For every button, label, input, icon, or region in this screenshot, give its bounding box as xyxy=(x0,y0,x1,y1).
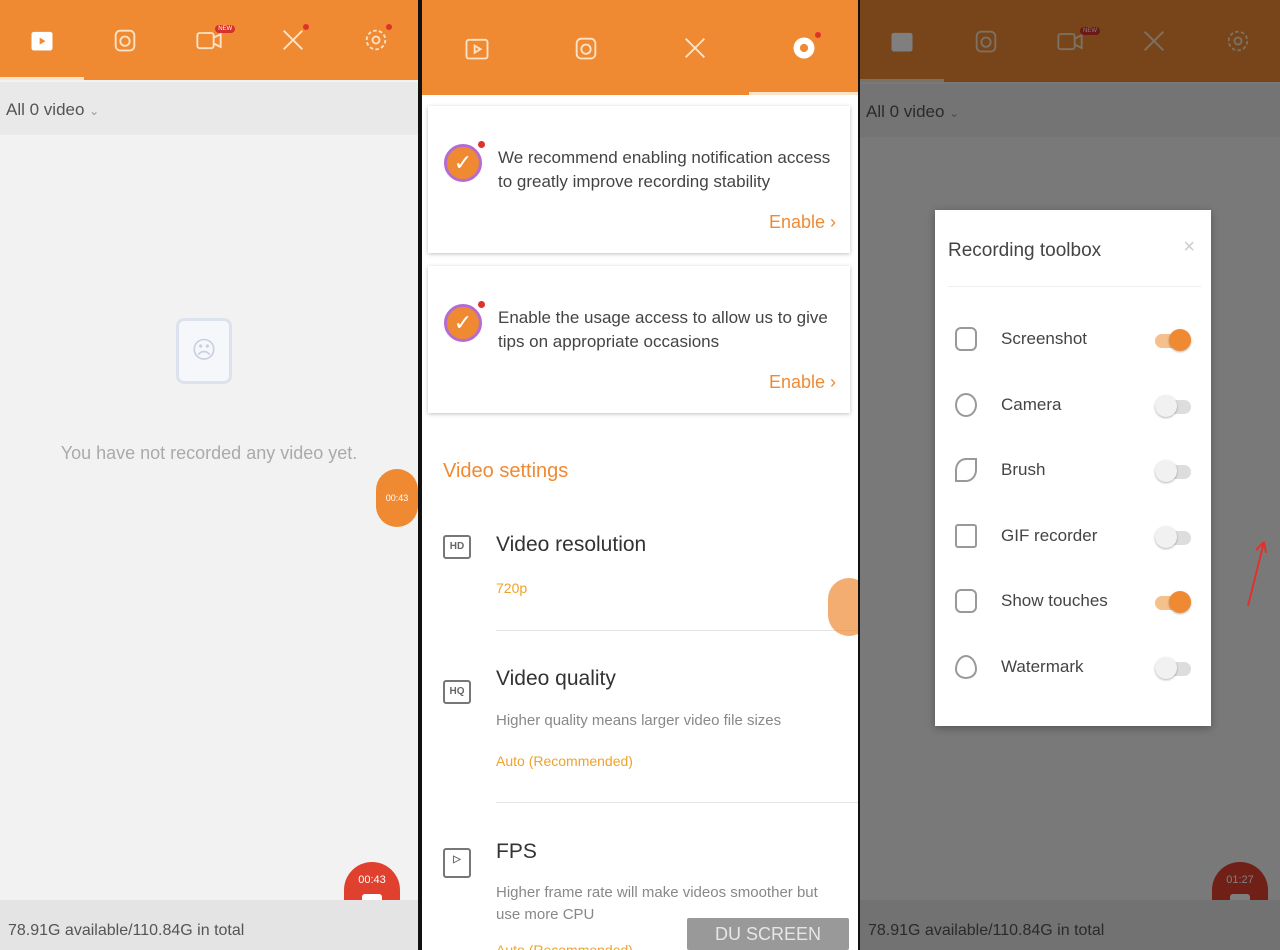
new-badge: NEW xyxy=(215,25,235,33)
show-touches-toggle[interactable] xyxy=(1155,591,1191,613)
notification-dot xyxy=(386,24,392,30)
divider xyxy=(948,286,1201,287)
card-text: We recommend enabling notification acces… xyxy=(498,146,838,194)
tab-screenshot[interactable] xyxy=(531,0,640,95)
tab-videos[interactable] xyxy=(422,0,531,95)
filter-label: All 0 video xyxy=(6,100,84,119)
watermark-toggle[interactable] xyxy=(1155,657,1191,679)
floating-recorder-bubble[interactable] xyxy=(828,578,858,636)
video-clip-icon xyxy=(28,26,56,54)
brush-toggle[interactable] xyxy=(1155,460,1191,482)
toolbox-item-camera: Camera xyxy=(935,385,1211,425)
toolbox-item-screenshot: Screenshot xyxy=(935,319,1211,359)
enable-usage-button[interactable]: Enable › xyxy=(769,372,836,393)
tab-settings[interactable] xyxy=(334,0,418,80)
gear-icon xyxy=(790,34,818,62)
hq-icon: HQ xyxy=(443,680,471,704)
recording-toolbox-dialog: Recording toolbox × Screenshot Camera Br… xyxy=(935,210,1211,726)
stop-timer: 00:43 xyxy=(358,874,386,886)
empty-video-icon: ☹ xyxy=(176,318,232,384)
notification-access-card: ✓ We recommend enabling notification acc… xyxy=(428,106,850,253)
check-icon: ✓ xyxy=(444,144,482,182)
setting-title: FPS xyxy=(496,840,537,864)
active-tab-indicator xyxy=(749,92,858,95)
red-arrow-annotation xyxy=(1240,530,1270,610)
setting-value: 720p xyxy=(496,580,527,596)
enable-notification-button[interactable]: Enable › xyxy=(769,212,836,233)
card-text: Enable the usage access to allow us to g… xyxy=(498,306,838,354)
watermark: DU SCREEN RECORDER xyxy=(687,918,849,950)
top-tab-bar xyxy=(422,0,858,95)
divider xyxy=(496,630,858,631)
webcam-icon xyxy=(955,393,977,417)
usage-access-card: ✓ Enable the usage access to allow us to… xyxy=(428,266,850,413)
tab-tools[interactable] xyxy=(640,0,749,95)
tab-tools[interactable] xyxy=(251,0,335,80)
chevron-down-icon: ⌄ xyxy=(89,104,99,118)
close-icon[interactable]: × xyxy=(1183,236,1195,259)
screenshot-toggle[interactable] xyxy=(1155,329,1191,351)
setting-title: Video quality xyxy=(496,667,616,691)
toolbox-item-brush: Brush xyxy=(935,450,1211,490)
toolbox-item-gif: GIF recorder xyxy=(935,516,1211,556)
tab-settings[interactable] xyxy=(749,0,858,95)
section-title: Video settings xyxy=(443,460,568,483)
brush-icon xyxy=(955,458,977,482)
screenshot-icon xyxy=(955,327,977,351)
dialog-title: Recording toolbox xyxy=(948,240,1101,262)
toolbox-item-watermark: Watermark xyxy=(935,647,1211,687)
notification-dot xyxy=(303,24,309,30)
floating-recorder-bubble[interactable]: 00:43 xyxy=(376,469,418,527)
top-tab-bar: NEW xyxy=(0,0,418,80)
gear-icon xyxy=(362,26,390,54)
camera-icon xyxy=(111,26,139,54)
tools-icon xyxy=(681,34,709,62)
active-tab-indicator xyxy=(0,77,84,80)
setting-title: Video resolution xyxy=(496,533,646,557)
setting-value: Auto (Recommended) xyxy=(496,942,633,950)
storage-info: 78.91G available/110.84G in total xyxy=(0,900,418,950)
touch-icon xyxy=(955,589,977,613)
camera-toggle[interactable] xyxy=(1155,395,1191,417)
video-clip-icon xyxy=(463,34,491,62)
camera-icon xyxy=(572,34,600,62)
empty-state-text: You have not recorded any video yet. xyxy=(0,443,418,464)
tab-screenshot[interactable] xyxy=(84,0,168,80)
notification-dot xyxy=(815,32,821,38)
tools-icon xyxy=(279,26,307,54)
film-strip-icon: ▷ xyxy=(443,848,471,878)
settings-screen: ✓ We recommend enabling notification acc… xyxy=(422,0,858,950)
videos-screen: NEW All 0 video ⌄ ☹ You have not recorde… xyxy=(0,0,418,950)
video-filter-dropdown[interactable]: All 0 video ⌄ xyxy=(0,82,418,135)
tab-videos[interactable] xyxy=(0,0,84,80)
tab-live[interactable]: NEW xyxy=(167,0,251,80)
check-icon: ✓ xyxy=(444,304,482,342)
setting-description: Higher quality means larger video file s… xyxy=(496,710,844,732)
toolbox-screen: NEW All 0 video ⌄ 01:27 78.91G available… xyxy=(860,0,1280,950)
gif-toggle[interactable] xyxy=(1155,526,1191,548)
divider xyxy=(496,802,858,803)
setting-value: Auto (Recommended) xyxy=(496,753,633,769)
hd-icon: HD xyxy=(443,535,471,559)
toolbox-item-show-touches: Show touches xyxy=(935,581,1211,621)
droplet-icon xyxy=(955,655,977,679)
gif-icon xyxy=(955,524,977,548)
